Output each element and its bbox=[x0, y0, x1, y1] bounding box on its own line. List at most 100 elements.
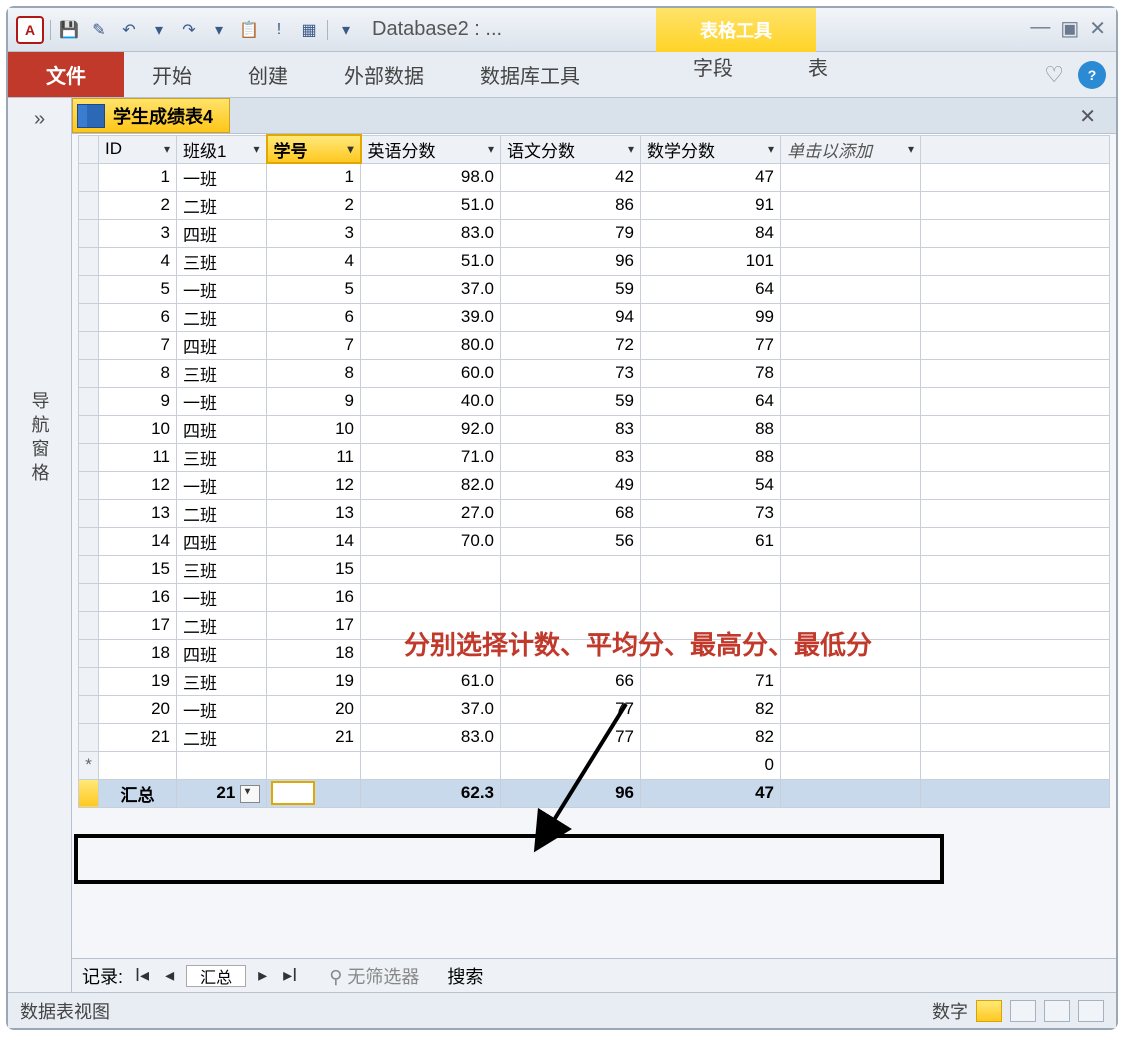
totals-row-selector[interactable] bbox=[79, 779, 99, 807]
cell-eng[interactable]: 27.0 bbox=[361, 499, 501, 527]
totals-dropdown-icon[interactable] bbox=[240, 785, 260, 803]
cell-chn[interactable] bbox=[501, 611, 641, 639]
table-row[interactable]: 4三班451.096101 bbox=[79, 247, 1110, 275]
cell-math[interactable] bbox=[641, 611, 781, 639]
table-row[interactable]: 17二班17 bbox=[79, 611, 1110, 639]
cell-id[interactable]: 17 bbox=[99, 611, 177, 639]
cell-class[interactable]: 三班 bbox=[177, 359, 267, 387]
column-header-add[interactable]: 单击以添加▾ bbox=[781, 135, 921, 163]
table-row[interactable]: 2二班251.08691 bbox=[79, 191, 1110, 219]
tab-create[interactable]: 创建 bbox=[220, 52, 316, 97]
cell-sid[interactable]: 10 bbox=[267, 415, 361, 443]
table-row[interactable]: 7四班780.07277 bbox=[79, 331, 1110, 359]
cell-sid[interactable]: 16 bbox=[267, 583, 361, 611]
cell-add[interactable] bbox=[781, 555, 921, 583]
cell-id[interactable]: 20 bbox=[99, 695, 177, 723]
row-selector[interactable] bbox=[79, 639, 99, 667]
cell-class[interactable]: 二班 bbox=[177, 723, 267, 751]
cell-eng[interactable]: 92.0 bbox=[361, 415, 501, 443]
select-all-corner[interactable] bbox=[79, 135, 99, 163]
search-label[interactable]: 搜索 bbox=[447, 963, 483, 989]
cell-class[interactable]: 四班 bbox=[177, 331, 267, 359]
row-selector[interactable] bbox=[79, 527, 99, 555]
cell-id[interactable]: 21 bbox=[99, 723, 177, 751]
cell-add[interactable] bbox=[781, 583, 921, 611]
cell-eng[interactable]: 80.0 bbox=[361, 331, 501, 359]
cell-math[interactable]: 101 bbox=[641, 247, 781, 275]
cell-math[interactable]: 64 bbox=[641, 275, 781, 303]
close-icon[interactable]: ✕ bbox=[1089, 16, 1106, 41]
row-selector[interactable] bbox=[79, 443, 99, 471]
table-row[interactable]: 11三班1171.08388 bbox=[79, 443, 1110, 471]
cell-class[interactable]: 一班 bbox=[177, 583, 267, 611]
cell-id[interactable]: 4 bbox=[99, 247, 177, 275]
row-selector[interactable] bbox=[79, 303, 99, 331]
cell-math[interactable] bbox=[641, 555, 781, 583]
cell-chn[interactable] bbox=[501, 583, 641, 611]
cell-class[interactable]: 二班 bbox=[177, 191, 267, 219]
cell-eng[interactable] bbox=[361, 555, 501, 583]
row-selector[interactable] bbox=[79, 415, 99, 443]
cell-chn[interactable] bbox=[501, 555, 641, 583]
cell-id[interactable]: 10 bbox=[99, 415, 177, 443]
cell-eng[interactable]: 37.0 bbox=[361, 275, 501, 303]
cell-class[interactable]: 四班 bbox=[177, 527, 267, 555]
cell-class[interactable]: 三班 bbox=[177, 443, 267, 471]
column-header-class[interactable]: 班级1▾ bbox=[177, 135, 267, 163]
view-datasheet-icon[interactable] bbox=[976, 1000, 1002, 1022]
cell-chn[interactable]: 66 bbox=[501, 667, 641, 695]
cell-add[interactable] bbox=[781, 499, 921, 527]
cell-class[interactable]: 一班 bbox=[177, 471, 267, 499]
cell-math[interactable]: 99 bbox=[641, 303, 781, 331]
cell-class[interactable]: 一班 bbox=[177, 387, 267, 415]
cell-math[interactable]: 54 bbox=[641, 471, 781, 499]
cell-class[interactable]: 二班 bbox=[177, 499, 267, 527]
cell-id[interactable]: 19 bbox=[99, 667, 177, 695]
cell-sid[interactable]: 18 bbox=[267, 639, 361, 667]
row-selector[interactable] bbox=[79, 247, 99, 275]
totals-math[interactable]: 47 bbox=[641, 779, 781, 807]
cell-eng[interactable]: 98.0 bbox=[361, 163, 501, 191]
cell-chn[interactable]: 86 bbox=[501, 191, 641, 219]
grid-icon[interactable]: ▦ bbox=[297, 19, 321, 41]
chevron-down-icon[interactable]: ▾ bbox=[908, 142, 914, 156]
cell-eng[interactable]: 70.0 bbox=[361, 527, 501, 555]
row-selector[interactable] bbox=[79, 471, 99, 499]
table-row[interactable]: 5一班537.05964 bbox=[79, 275, 1110, 303]
cell-math[interactable]: 78 bbox=[641, 359, 781, 387]
row-selector[interactable] bbox=[79, 611, 99, 639]
totals-chn[interactable]: 96 bbox=[501, 779, 641, 807]
document-tab[interactable]: 学生成绩表4 bbox=[72, 98, 230, 133]
nav-prev-icon[interactable]: ◂ bbox=[161, 965, 178, 986]
cell-chn[interactable]: 83 bbox=[501, 443, 641, 471]
cell-id[interactable]: 12 bbox=[99, 471, 177, 499]
cell-chn[interactable]: 83 bbox=[501, 415, 641, 443]
cell-sid[interactable]: 3 bbox=[267, 219, 361, 247]
row-selector[interactable] bbox=[79, 387, 99, 415]
cell-class[interactable]: 四班 bbox=[177, 219, 267, 247]
table-row[interactable]: 13二班1327.06873 bbox=[79, 499, 1110, 527]
cell-add[interactable] bbox=[781, 247, 921, 275]
cell-id[interactable]: 18 bbox=[99, 639, 177, 667]
cell-sid[interactable]: 17 bbox=[267, 611, 361, 639]
table-row[interactable]: 9一班940.05964 bbox=[79, 387, 1110, 415]
cell-eng[interactable]: 37.0 bbox=[361, 695, 501, 723]
view-pivot-icon[interactable] bbox=[1010, 1000, 1036, 1022]
cell-eng[interactable]: 51.0 bbox=[361, 247, 501, 275]
cell-eng[interactable]: 51.0 bbox=[361, 191, 501, 219]
table-row[interactable]: 3四班383.07984 bbox=[79, 219, 1110, 247]
table-row[interactable]: 21二班2183.07782 bbox=[79, 723, 1110, 751]
cell-math[interactable]: 84 bbox=[641, 219, 781, 247]
cell-class[interactable]: 四班 bbox=[177, 415, 267, 443]
cell-chn[interactable]: 68 bbox=[501, 499, 641, 527]
table-row[interactable]: 10四班1092.08388 bbox=[79, 415, 1110, 443]
form-icon[interactable]: 📋 bbox=[237, 19, 261, 41]
save-icon[interactable]: 💾 bbox=[57, 19, 81, 41]
cell-eng[interactable] bbox=[361, 583, 501, 611]
cell-eng[interactable]: 61.0 bbox=[361, 667, 501, 695]
table-row[interactable]: 15三班15 bbox=[79, 555, 1110, 583]
chevron-down-icon[interactable]: ▾ bbox=[253, 142, 259, 156]
help-icon[interactable]: ? bbox=[1078, 61, 1106, 89]
navigation-pane-collapsed[interactable]: » 导航窗格 bbox=[8, 98, 72, 992]
cell-math[interactable]: 82 bbox=[641, 695, 781, 723]
